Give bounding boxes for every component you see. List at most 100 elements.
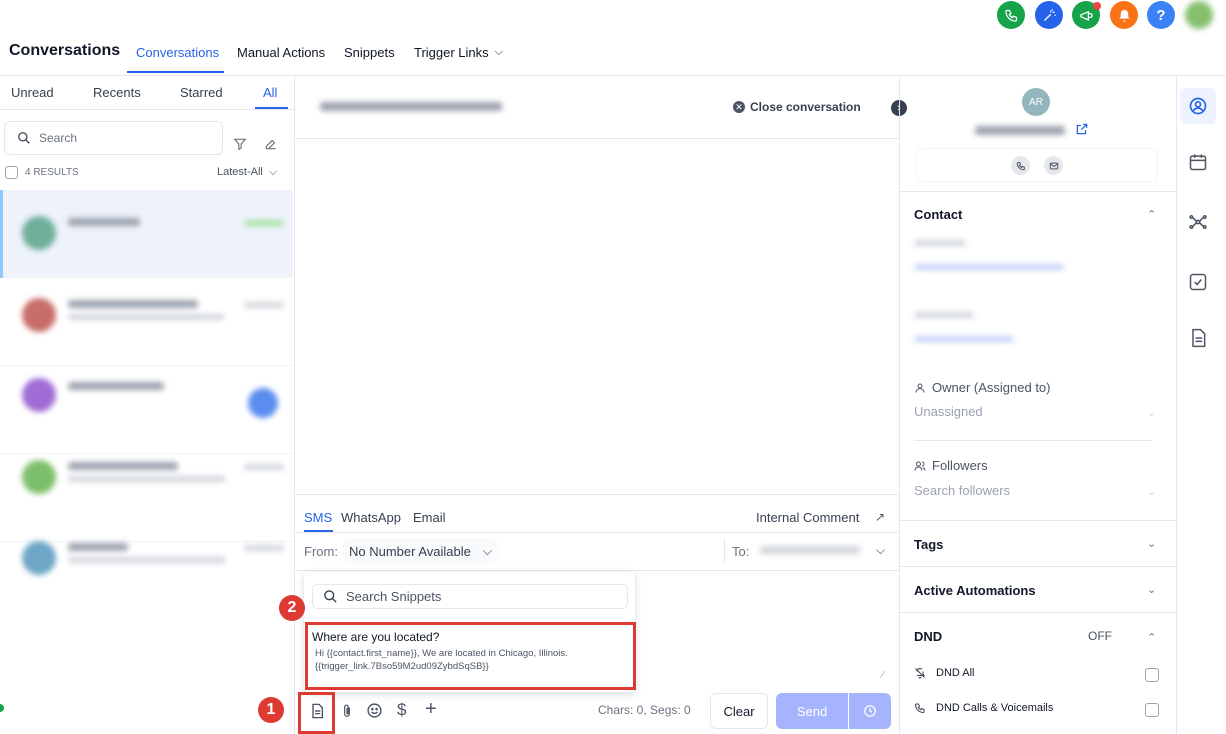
snippet-search-input[interactable]: Search Snippets bbox=[312, 584, 628, 609]
timestamp bbox=[244, 545, 284, 551]
contact-field bbox=[914, 312, 974, 318]
dnd-section-title[interactable]: DND bbox=[914, 629, 942, 644]
filter-icon[interactable] bbox=[233, 137, 247, 151]
filter-recents[interactable]: Recents bbox=[93, 85, 141, 100]
mail-icon bbox=[1049, 162, 1058, 169]
users-icon bbox=[914, 461, 926, 471]
tab-snippets[interactable]: Snippets bbox=[344, 45, 395, 60]
composer-tabs-divider bbox=[295, 532, 899, 533]
plus-icon[interactable]: + bbox=[425, 698, 437, 721]
avatar bbox=[22, 298, 56, 332]
bell-icon[interactable] bbox=[1110, 1, 1138, 29]
contact-name bbox=[68, 218, 140, 226]
dnd-calls-checkbox[interactable] bbox=[1145, 703, 1159, 717]
filter-starred[interactable]: Starred bbox=[180, 85, 223, 100]
search-placeholder: Search bbox=[39, 131, 78, 145]
tags-divider bbox=[900, 566, 1176, 567]
followers-label: Followers bbox=[914, 458, 988, 473]
notes-document-icon[interactable] bbox=[1188, 328, 1208, 348]
list-item-content bbox=[0, 366, 293, 454]
select-all-checkbox[interactable] bbox=[5, 166, 18, 179]
tab-trigger-links[interactable]: Trigger Links ⌵ bbox=[414, 45, 503, 60]
task-checkbox-icon[interactable] bbox=[1188, 272, 1208, 292]
help-icon[interactable]: ? bbox=[1147, 1, 1175, 29]
network-icon[interactable] bbox=[1188, 212, 1208, 232]
phone-icon[interactable] bbox=[997, 1, 1025, 29]
chevron-down-icon[interactable]: ⌄ bbox=[1147, 406, 1156, 419]
chevron-up-icon[interactable]: ⌃ bbox=[1147, 208, 1156, 221]
tab-manual-actions[interactable]: Manual Actions bbox=[237, 45, 325, 60]
list-item-content bbox=[0, 278, 293, 366]
dnd-all-row: DND All bbox=[914, 667, 975, 679]
snippet-search-placeholder: Search Snippets bbox=[346, 589, 442, 604]
close-conversation-label: Close conversation bbox=[750, 100, 861, 114]
conversation-header-divider bbox=[295, 138, 899, 139]
list-item[interactable] bbox=[0, 278, 293, 366]
owner-label: Owner (Assigned to) bbox=[914, 380, 1051, 395]
contact-section-title[interactable]: Contact bbox=[914, 207, 962, 222]
list-item[interactable] bbox=[0, 190, 293, 278]
header-divider bbox=[0, 75, 1226, 76]
dnd-all-checkbox[interactable] bbox=[1145, 668, 1159, 682]
contact-profile-tab[interactable] bbox=[1180, 88, 1216, 124]
send-button[interactable]: Send bbox=[776, 693, 848, 729]
contact-name bbox=[68, 382, 164, 390]
timestamp bbox=[244, 220, 284, 226]
close-circle-icon: ✕ bbox=[733, 101, 745, 113]
list-item[interactable] bbox=[0, 366, 293, 454]
results-count: 4 RESULTS bbox=[25, 167, 79, 178]
chevron-up-icon[interactable]: ⌃ bbox=[1147, 631, 1156, 644]
expand-icon[interactable]: ↗ bbox=[875, 510, 885, 524]
owner-select[interactable]: Unassigned bbox=[914, 404, 983, 419]
sort-dropdown[interactable]: Latest-All ⌵ bbox=[217, 166, 277, 179]
list-item-content bbox=[0, 190, 293, 278]
search-icon bbox=[324, 590, 337, 603]
channel-whatsapp[interactable]: WhatsApp bbox=[341, 510, 401, 525]
channel-sms[interactable]: SMS bbox=[304, 510, 332, 525]
tab-conversations[interactable]: Conversations bbox=[136, 45, 219, 60]
user-avatar[interactable] bbox=[1185, 1, 1213, 29]
dollar-icon[interactable]: $ bbox=[397, 700, 406, 720]
external-link-icon[interactable] bbox=[1075, 122, 1089, 136]
filter-unread[interactable]: Unread bbox=[11, 85, 54, 100]
compose-icon[interactable] bbox=[264, 137, 278, 151]
from-number-select[interactable]: No Number Available ⌵ bbox=[341, 538, 500, 564]
resize-handle-icon[interactable]: ∕ bbox=[882, 670, 884, 681]
phone-icon bbox=[914, 703, 925, 714]
tags-section-title[interactable]: Tags bbox=[914, 537, 943, 552]
contact-name bbox=[975, 126, 1065, 135]
contact-header-divider bbox=[900, 191, 1176, 192]
attachment-icon[interactable] bbox=[340, 702, 354, 720]
page-title: Conversations bbox=[9, 42, 121, 59]
list-item[interactable] bbox=[0, 454, 293, 542]
search-input[interactable]: Search bbox=[4, 121, 223, 155]
snippet-document-icon[interactable] bbox=[309, 702, 325, 720]
owner-divider bbox=[914, 440, 1152, 441]
clear-button[interactable]: Clear bbox=[710, 693, 768, 729]
internal-comment-tab[interactable]: Internal Comment bbox=[756, 510, 859, 525]
schedule-button[interactable] bbox=[849, 693, 891, 729]
magic-icon[interactable] bbox=[1035, 1, 1063, 29]
email-contact-button[interactable] bbox=[1044, 156, 1063, 175]
channel-email[interactable]: Email bbox=[413, 510, 446, 525]
calendar-icon[interactable] bbox=[1188, 152, 1208, 172]
emoji-icon[interactable] bbox=[366, 702, 383, 719]
message-preview bbox=[68, 476, 226, 482]
list-item[interactable] bbox=[0, 535, 293, 623]
close-conversation-button[interactable]: ✕ Close conversation bbox=[733, 100, 861, 114]
filter-all[interactable]: All bbox=[263, 85, 277, 100]
chevron-down-icon[interactable]: ⌄ bbox=[1147, 583, 1156, 596]
to-number-value bbox=[760, 546, 860, 554]
from-to-divider bbox=[724, 538, 725, 564]
chevron-down-icon[interactable]: ⌵ bbox=[876, 543, 885, 558]
right-panel-divider bbox=[899, 76, 900, 734]
chevron-down-icon[interactable]: ⌄ bbox=[1147, 485, 1156, 498]
call-contact-button[interactable] bbox=[1011, 156, 1030, 175]
user-icon bbox=[915, 383, 925, 393]
automations-section-title[interactable]: Active Automations bbox=[914, 583, 1036, 598]
followers-divider bbox=[900, 520, 1176, 521]
chevron-down-icon[interactable]: ⌄ bbox=[1147, 537, 1156, 550]
followers-search-input[interactable]: Search followers bbox=[914, 483, 1010, 498]
dnd-all-label: DND All bbox=[936, 667, 975, 679]
chevron-down-icon: ⌵ bbox=[482, 543, 492, 558]
